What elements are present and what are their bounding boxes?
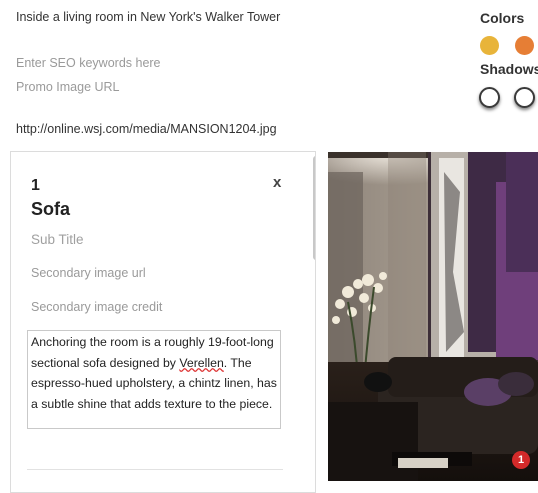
photo-marker-badge[interactable]: 1 [512, 451, 530, 469]
seo-keywords-input[interactable]: Enter SEO keywords here [16, 56, 161, 70]
panel-scroll-thumb[interactable] [313, 156, 315, 260]
colors-heading: Colors [480, 10, 525, 26]
living-room-image [328, 152, 538, 481]
shadow-option-2[interactable] [514, 87, 535, 108]
secondary-image-credit-input[interactable]: Secondary image credit [31, 300, 162, 314]
item-panel: 1 Sofa x Sub Title Secondary image url S… [10, 151, 316, 493]
image-url-field[interactable]: http://online.wsj.com/media/MANSION1204.… [16, 122, 277, 136]
item-number: 1 [31, 177, 40, 194]
color-swatch-orange[interactable] [515, 36, 534, 55]
image-caption[interactable]: Inside a living room in New York's Walke… [16, 10, 280, 24]
secondary-image-url-input[interactable]: Secondary image url [31, 266, 146, 280]
shadows-heading: Shadows [480, 61, 538, 77]
close-icon[interactable]: x [273, 174, 281, 191]
item-title[interactable]: Sofa [31, 199, 70, 220]
item-description-textarea[interactable]: Anchoring the room is a roughly 19-foot-… [27, 330, 281, 429]
promo-image-url-input[interactable]: Promo Image URL [16, 80, 120, 94]
shadow-option-1[interactable] [479, 87, 500, 108]
subtitle-input[interactable]: Sub Title [31, 232, 84, 247]
room-photo [328, 152, 538, 481]
panel-divider [27, 469, 283, 470]
color-swatch-yellow[interactable] [480, 36, 499, 55]
description-misspelled-word: Verellen [179, 355, 224, 370]
